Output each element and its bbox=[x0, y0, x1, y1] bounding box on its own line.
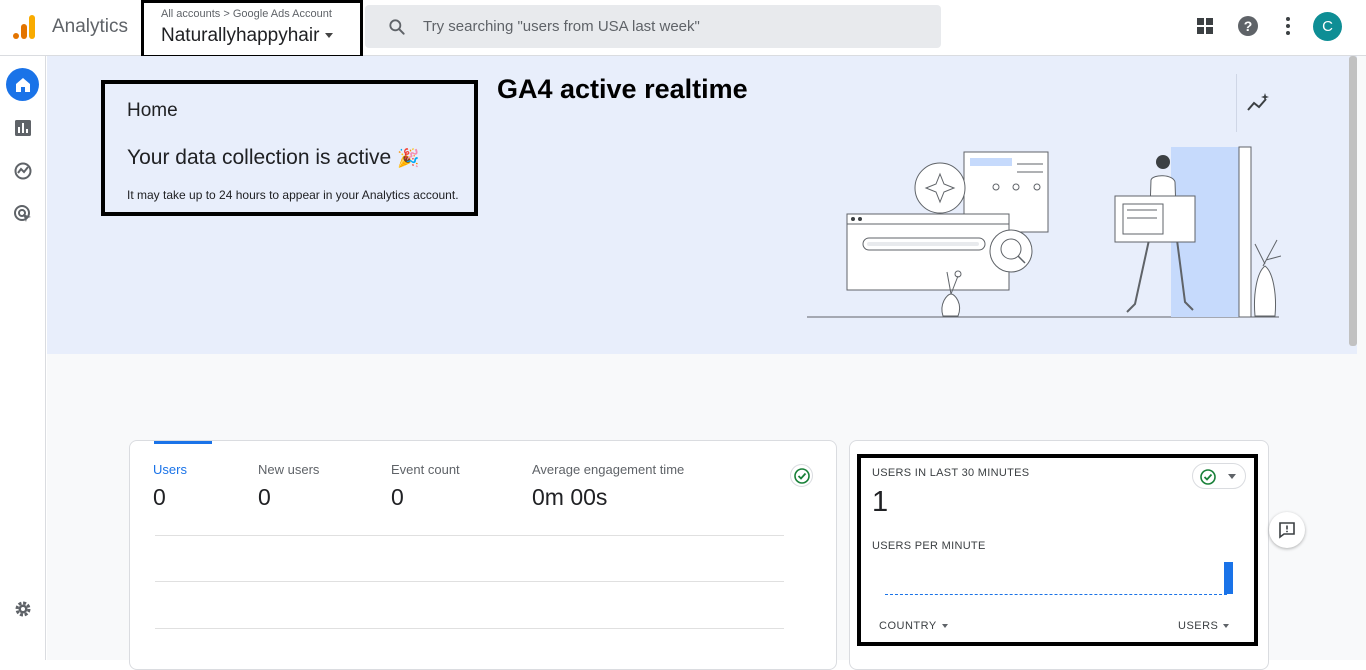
app-name: Analytics bbox=[52, 16, 129, 37]
chevron-down-icon bbox=[1223, 624, 1230, 629]
chevron-down-icon bbox=[325, 33, 334, 39]
metric-label: Users bbox=[153, 462, 187, 477]
top-app-bar: Analytics All accounts > Google Ads Acco… bbox=[0, 0, 1366, 58]
chart-gridline bbox=[155, 535, 784, 536]
metric-value: 0 bbox=[391, 484, 404, 510]
metrics-overview-card: Users 0 New users 0 Event count 0 Averag… bbox=[129, 440, 837, 670]
analytics-logo-icon[interactable] bbox=[10, 13, 38, 41]
more-vert-icon[interactable] bbox=[1277, 15, 1299, 37]
party-popper-icon: 🎉 bbox=[397, 148, 420, 168]
search-icon bbox=[389, 19, 405, 35]
property-name: Naturallyhappyhair bbox=[161, 25, 320, 46]
insights-icon[interactable] bbox=[1246, 92, 1270, 114]
tab-users[interactable]: Users 0 bbox=[153, 462, 187, 511]
avatar[interactable]: C bbox=[1313, 12, 1342, 41]
feedback-icon bbox=[1279, 522, 1295, 539]
data-collection-status: Your data collection is active 🎉 bbox=[127, 146, 419, 170]
advertising-icon bbox=[13, 204, 31, 222]
left-nav-rail bbox=[0, 56, 46, 660]
realtime-users-label: USERS IN LAST 30 MINUTES bbox=[872, 467, 1030, 479]
tab-average-engagement-time[interactable]: Average engagement time 0m 00s bbox=[532, 462, 684, 511]
chart-gridline bbox=[155, 628, 784, 629]
chevron-down-icon bbox=[941, 624, 948, 629]
home-welcome-panel: Home Your data collection is active 🎉 It… bbox=[101, 80, 478, 216]
account-picker[interactable]: All accounts > Google Ads Account Natura… bbox=[141, 0, 363, 58]
users-metric-selector[interactable]: USERS bbox=[1178, 620, 1230, 632]
sidebar-item-advertising[interactable] bbox=[6, 197, 39, 230]
welcome-illustration bbox=[807, 146, 1281, 318]
active-tab-indicator bbox=[154, 441, 212, 444]
check-circle-icon bbox=[1200, 469, 1216, 485]
metric-label: Event count bbox=[391, 462, 460, 477]
users-per-minute-baseline bbox=[885, 594, 1227, 595]
chevron-down-icon bbox=[1228, 474, 1236, 479]
page-title: Home bbox=[127, 100, 178, 121]
sidebar-item-home[interactable] bbox=[6, 68, 39, 101]
apps-grid-icon[interactable] bbox=[1194, 15, 1216, 37]
realtime-status-dropdown[interactable] bbox=[1192, 463, 1246, 489]
data-quality-check[interactable] bbox=[790, 464, 813, 487]
metric-value: 0m 00s bbox=[532, 484, 608, 510]
scrollbar[interactable] bbox=[1349, 56, 1357, 346]
realtime-users-value: 1 bbox=[872, 486, 889, 518]
metric-value: 0 bbox=[258, 484, 271, 510]
main-content: Home Your data collection is active 🎉 It… bbox=[47, 56, 1366, 670]
metric-value: 0 bbox=[153, 484, 166, 510]
data-collection-subtext: It may take up to 24 hours to appear in … bbox=[127, 188, 459, 202]
insights-divider bbox=[1236, 74, 1237, 132]
chart-gridline bbox=[155, 581, 784, 582]
realtime-card: USERS IN LAST 30 MINUTES 1 USERS PER MIN… bbox=[857, 454, 1258, 646]
home-hero-banner: Home Your data collection is active 🎉 It… bbox=[47, 56, 1357, 354]
home-icon bbox=[15, 77, 30, 92]
users-label: USERS bbox=[1178, 620, 1219, 632]
users-per-minute-bar[interactable] bbox=[1224, 562, 1233, 594]
users-per-minute-label: USERS PER MINUTE bbox=[872, 540, 986, 552]
check-circle-icon bbox=[793, 467, 810, 484]
data-collection-message: Your data collection is active bbox=[127, 146, 392, 169]
tab-event-count[interactable]: Event count 0 bbox=[391, 462, 460, 511]
annotation-label: GA4 active realtime bbox=[497, 74, 748, 104]
property-selector[interactable]: Naturallyhappyhair bbox=[161, 25, 334, 47]
svg-text:?: ? bbox=[1244, 18, 1253, 34]
sidebar-item-reports[interactable] bbox=[6, 111, 39, 144]
metric-label: New users bbox=[258, 462, 320, 477]
help-icon[interactable]: ? bbox=[1237, 15, 1259, 37]
gear-icon bbox=[15, 601, 30, 616]
tab-new-users[interactable]: New users 0 bbox=[258, 462, 319, 511]
search-bar[interactable]: Try searching "users from USA last week" bbox=[365, 5, 941, 48]
sidebar-item-admin[interactable] bbox=[6, 592, 39, 625]
feedback-button[interactable] bbox=[1269, 512, 1305, 548]
metric-label: Average engagement time bbox=[532, 462, 685, 477]
sidebar-item-explore[interactable] bbox=[6, 154, 39, 187]
bar-chart-icon bbox=[14, 119, 31, 136]
explore-icon bbox=[14, 162, 31, 179]
account-breadcrumb: All accounts > Google Ads Account bbox=[161, 8, 332, 20]
country-dimension-selector[interactable]: COUNTRY bbox=[879, 620, 948, 632]
search-input[interactable]: Try searching "users from USA last week" bbox=[423, 18, 700, 35]
country-label: COUNTRY bbox=[879, 620, 937, 632]
